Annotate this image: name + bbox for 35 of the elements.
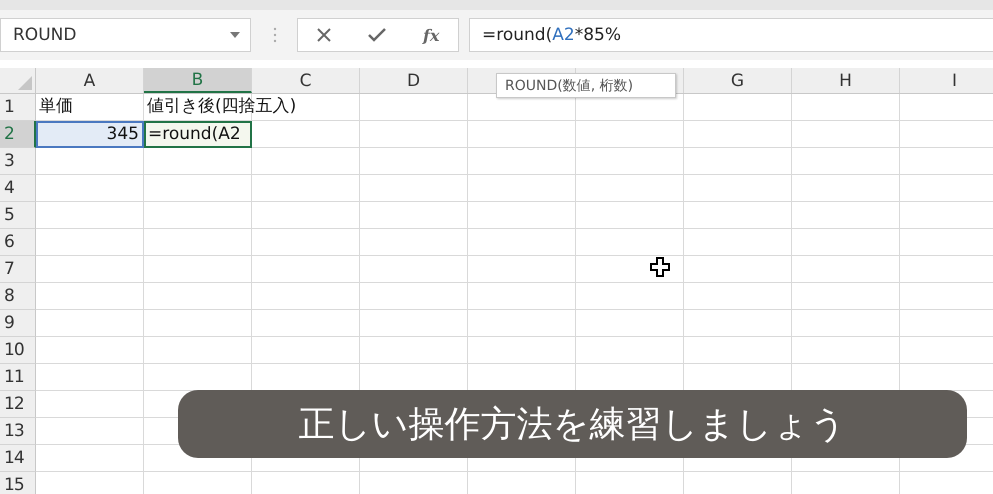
row-header[interactable]: 10 <box>0 337 36 364</box>
dropdown-caret-icon[interactable] <box>230 32 240 38</box>
close-icon <box>316 28 331 42</box>
column-header[interactable]: H <box>792 68 900 93</box>
row-header[interactable]: 15 <box>0 472 36 494</box>
column-header[interactable]: I <box>900 68 993 93</box>
table-cell: 345 <box>36 121 144 148</box>
cursor-icon <box>650 257 670 277</box>
function-tooltip: ROUND(数値, 桁数) <box>496 73 676 98</box>
row-header[interactable]: 2 <box>0 121 36 148</box>
row-header[interactable]: 8 <box>0 283 36 310</box>
row-header[interactable]: 3 <box>0 148 36 175</box>
caption-banner: 正しい操作方法を練習しましょう <box>178 390 967 458</box>
table-cell: =round(A2 <box>144 121 252 148</box>
table-cell-text: 値引き後(四捨五入) <box>146 95 298 118</box>
row-header[interactable]: 5 <box>0 202 36 229</box>
row-header[interactable]: 1 <box>0 94 36 121</box>
column-header[interactable]: C <box>252 68 360 93</box>
checkmark-icon <box>368 28 386 42</box>
row-header[interactable]: 11 <box>0 364 36 391</box>
insert-function-button[interactable]: fx <box>416 22 446 48</box>
column-header[interactable]: G <box>684 68 792 93</box>
formula-field[interactable]: =round(A2*85% <box>469 18 993 52</box>
grip-icon <box>273 26 277 44</box>
table-cell-text: 単価 <box>38 95 74 118</box>
row-header[interactable]: 6 <box>0 229 36 256</box>
row-header[interactable]: 12 <box>0 391 36 418</box>
row-header[interactable]: 13 <box>0 418 36 445</box>
row-header[interactable]: 9 <box>0 310 36 337</box>
row-header[interactable]: 14 <box>0 445 36 472</box>
column-header[interactable]: D <box>360 68 468 93</box>
name-box[interactable]: ROUND <box>0 18 251 52</box>
row-header[interactable]: 4 <box>0 175 36 202</box>
row-header[interactable]: 7 <box>0 256 36 283</box>
column-header[interactable]: B <box>144 68 252 93</box>
